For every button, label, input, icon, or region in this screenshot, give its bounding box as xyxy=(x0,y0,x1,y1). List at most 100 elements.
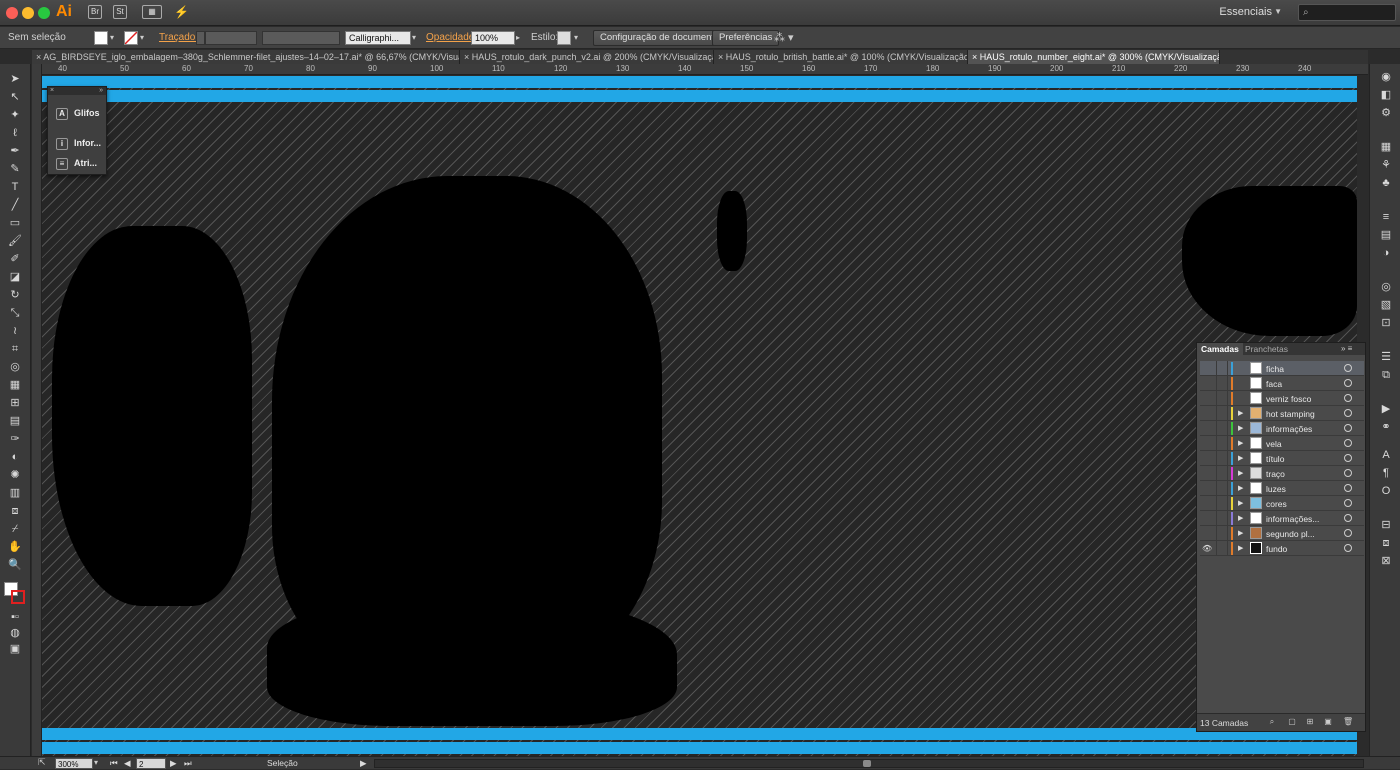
maximize-window-button[interactable] xyxy=(38,7,50,19)
character-icon[interactable]: A xyxy=(1378,448,1394,462)
perspective-grid-icon[interactable]: ▦ xyxy=(7,378,23,392)
share-icon[interactable]: ⇱ xyxy=(38,757,46,768)
layers-icon[interactable]: ☰ xyxy=(1378,350,1394,364)
info-panel-button[interactable]: i Infor... xyxy=(56,136,101,150)
tab-artboards[interactable]: Pranchetas xyxy=(1241,343,1292,355)
eyedropper-icon[interactable]: ✑ xyxy=(7,432,23,446)
tab-layers[interactable]: Camadas xyxy=(1197,343,1243,355)
vertical-ruler[interactable] xyxy=(32,64,42,756)
locate-object-icon[interactable]: ⌕ xyxy=(1267,717,1277,727)
preferences-button[interactable]: Preferências xyxy=(712,30,780,46)
warp-tool-icon[interactable]: ≀ xyxy=(7,324,23,338)
links-icon[interactable]: ⚭ xyxy=(1378,420,1394,434)
opacity-label[interactable]: Opacidade: xyxy=(426,32,477,43)
stroke-color-box[interactable] xyxy=(11,590,25,604)
tab-document-1[interactable]: × AG_BIRDSEYE_iglo_embalagem–380g_Schlem… xyxy=(32,50,460,64)
new-sublayer-icon[interactable]: ⊞ xyxy=(1305,717,1315,727)
expand-triangle-icon[interactable]: ▶ xyxy=(1238,424,1243,432)
color-panel-icon[interactable]: ◉ xyxy=(1378,70,1394,84)
fill-dropdown-icon[interactable]: ▾ xyxy=(110,33,114,42)
target-icon[interactable] xyxy=(1344,454,1352,462)
layer-row[interactable]: ▶ cores xyxy=(1200,496,1364,511)
expand-triangle-icon[interactable]: ▶ xyxy=(1238,499,1243,507)
expand-triangle-icon[interactable]: ▶ xyxy=(1238,454,1243,462)
transform-icon[interactable]: ⊡ xyxy=(1378,316,1394,330)
blob-brush-icon[interactable]: ✐ xyxy=(7,252,23,266)
artboard-tool-icon[interactable]: ⧈ xyxy=(7,504,23,518)
stroke-swatch[interactable] xyxy=(124,31,138,45)
target-icon[interactable] xyxy=(1344,529,1352,537)
paragraph-icon[interactable]: ¶ xyxy=(1378,466,1394,480)
layer-row[interactable]: ▶ traço xyxy=(1200,466,1364,481)
workspace-switcher[interactable]: Essenciais xyxy=(1219,6,1272,18)
actions-icon[interactable]: ▶ xyxy=(1378,402,1394,416)
layer-row[interactable]: ▶ vela xyxy=(1200,436,1364,451)
zoom-tool-icon[interactable]: 🔍 xyxy=(7,558,23,572)
brush-dropdown-icon[interactable]: ▾ xyxy=(412,33,416,42)
direct-selection-tool-icon[interactable]: ↖ xyxy=(7,90,23,104)
brushes-icon[interactable]: ⚘ xyxy=(1378,158,1394,172)
new-layer-icon[interactable]: ▣ xyxy=(1323,717,1333,727)
bridge-button[interactable]: Br xyxy=(88,5,102,19)
target-icon[interactable] xyxy=(1344,409,1352,417)
variable-width-profile[interactable] xyxy=(262,31,340,45)
minimize-window-button[interactable] xyxy=(22,7,34,19)
gradient-tool-icon[interactable]: ▤ xyxy=(7,414,23,428)
chevron-down-icon[interactable]: ▼ xyxy=(1274,7,1282,16)
paintbrush-tool-icon[interactable]: 🖌 xyxy=(7,234,23,248)
stock-button[interactable]: St xyxy=(113,5,127,19)
layer-row[interactable]: ▶ hot stamping xyxy=(1200,406,1364,421)
expand-triangle-icon[interactable]: ▶ xyxy=(1238,469,1243,477)
target-icon[interactable] xyxy=(1344,484,1352,492)
scale-tool-icon[interactable]: ⤡ xyxy=(7,306,23,320)
status-arrow-icon[interactable]: ▶ xyxy=(360,758,367,769)
mesh-tool-icon[interactable]: ⊞ xyxy=(7,396,23,410)
expand-triangle-icon[interactable]: ▶ xyxy=(1238,544,1243,552)
opacity-input[interactable]: 100% xyxy=(471,31,515,45)
curvature-tool-icon[interactable]: ✎ xyxy=(7,162,23,176)
graphic-styles-icon[interactable]: ▧ xyxy=(1378,298,1394,312)
gradient-panel-icon[interactable]: ▤ xyxy=(1378,228,1394,242)
stroke-panel-icon[interactable]: ≡ xyxy=(1378,210,1394,224)
appearance-icon[interactable]: ◎ xyxy=(1378,280,1394,294)
clipping-mask-icon[interactable]: ▢ xyxy=(1287,717,1297,727)
hand-tool-icon[interactable]: ✋ xyxy=(7,540,23,554)
graph-tool-icon[interactable]: ▥ xyxy=(7,486,23,500)
shape-builder-icon[interactable]: ◎ xyxy=(7,360,23,374)
stroke-weight-stepper[interactable] xyxy=(196,31,205,45)
eraser-tool-icon[interactable]: ◪ xyxy=(7,270,23,284)
expand-triangle-icon[interactable]: ▶ xyxy=(1238,409,1243,417)
tab-document-3[interactable]: × HAUS_rotulo_british_battle.ai* @ 100% … xyxy=(714,50,968,64)
expand-triangle-icon[interactable]: ▶ xyxy=(1238,439,1243,447)
artboard-number-input[interactable]: 2 xyxy=(136,758,166,769)
line-tool-icon[interactable]: ╱ xyxy=(7,198,23,212)
blend-tool-icon[interactable]: ◐ xyxy=(7,450,23,464)
opacity-arrow-icon[interactable]: ▸ xyxy=(516,33,520,42)
help-search-input[interactable]: ⌕ xyxy=(1298,4,1396,21)
panel-header[interactable]: ×» xyxy=(48,87,106,95)
color-guide-icon[interactable]: ◧ xyxy=(1378,88,1394,102)
selection-tool-icon[interactable]: ➤ xyxy=(7,72,23,86)
scrollbar-thumb[interactable] xyxy=(863,760,871,767)
stroke-label[interactable]: Traçado: xyxy=(159,32,198,43)
transparency-icon[interactable]: ◑ xyxy=(1378,246,1394,260)
layer-row[interactable]: ▶ segundo pl... xyxy=(1200,526,1364,541)
tab-document-2[interactable]: × HAUS_rotulo_dark_punch_v2.ai @ 200% (C… xyxy=(460,50,714,64)
align-icon[interactable]: ⁂ ▾ xyxy=(774,31,794,44)
gpu-performance-icon[interactable]: ⚡ xyxy=(174,5,189,19)
magic-wand-icon[interactable]: ✦ xyxy=(7,108,23,122)
fill-swatch[interactable] xyxy=(94,31,108,45)
target-icon[interactable] xyxy=(1344,424,1352,432)
target-icon[interactable] xyxy=(1344,469,1352,477)
close-window-button[interactable] xyxy=(6,7,18,19)
stroke-dropdown-icon[interactable]: ▾ xyxy=(140,33,144,42)
tab-document-4-active[interactable]: × HAUS_rotulo_number_eight.ai* @ 300% (C… xyxy=(968,50,1220,64)
brush-definition-select[interactable]: Calligraphi... xyxy=(345,31,411,45)
first-artboard-icon[interactable]: ⏮ xyxy=(110,758,118,769)
target-icon[interactable] xyxy=(1344,439,1352,447)
artboards-icon[interactable]: ⧉ xyxy=(1378,368,1394,382)
next-artboard-icon[interactable]: ▶ xyxy=(170,758,177,769)
previous-artboard-icon[interactable]: ◀ xyxy=(124,758,131,769)
layer-row[interactable]: faca xyxy=(1200,376,1364,391)
graphic-style-swatch[interactable] xyxy=(557,31,571,45)
